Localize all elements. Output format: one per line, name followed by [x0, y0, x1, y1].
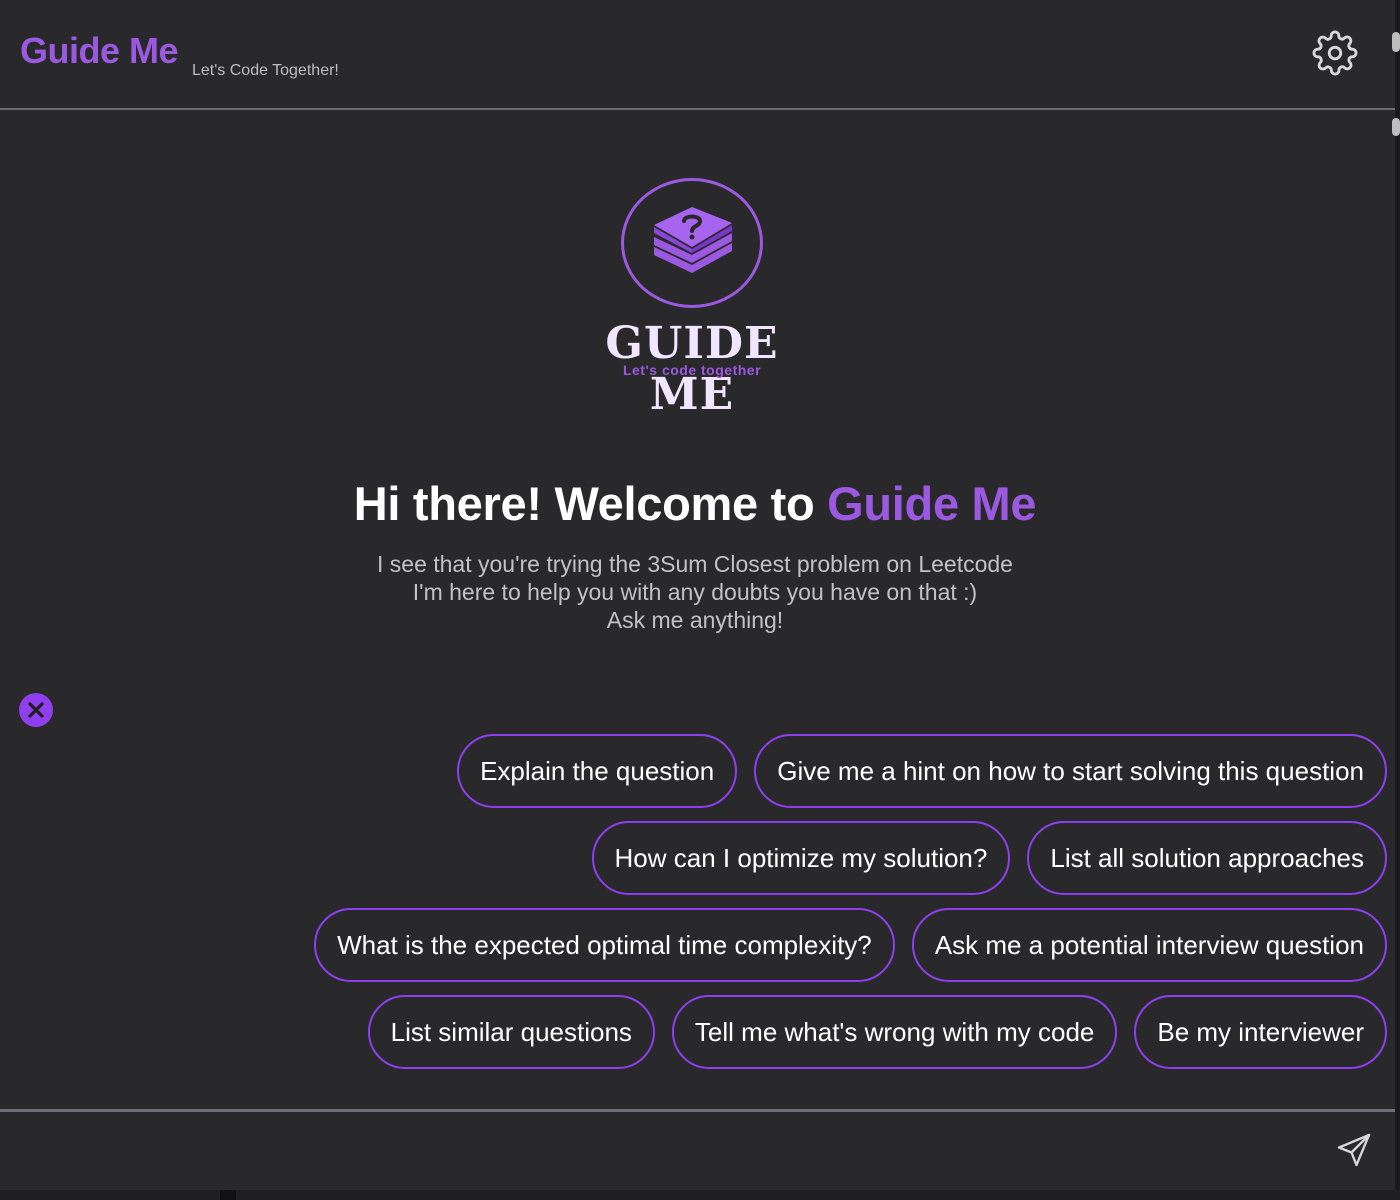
message-composer	[0, 1112, 1395, 1190]
send-button[interactable]	[1334, 1130, 1374, 1170]
window-edge	[1395, 0, 1400, 1200]
welcome-heading: Hi there! Welcome to Guide Me	[0, 476, 1390, 531]
bottom-strip	[0, 1190, 1400, 1200]
suggestion-chip[interactable]: Tell me what's wrong with my code	[671, 995, 1118, 1069]
suggestion-chip[interactable]: List similar questions	[367, 995, 655, 1069]
suggestion-chip[interactable]: How can I optimize my solution?	[591, 821, 1011, 895]
app-title: Guide Me	[20, 30, 179, 71]
suggestion-row: How can I optimize my solution? List all…	[280, 821, 1387, 895]
scroll-marker	[1392, 118, 1400, 136]
suggestion-chip[interactable]: List all solution approaches	[1027, 821, 1387, 895]
header: Guide Me Let's Code Together!	[0, 0, 1395, 110]
suggestion-chip[interactable]: Explain the question	[457, 734, 738, 808]
suggestion-chip[interactable]: Give me a hint on how to start solving t…	[754, 734, 1387, 808]
suggestion-row: List similar questions Tell me what's wr…	[280, 995, 1387, 1069]
settings-button[interactable]	[1312, 30, 1358, 76]
suggestion-row: What is the expected optimal time comple…	[280, 908, 1387, 982]
logo-subtitle: Let's code together	[622, 362, 762, 378]
suggestion-row: Explain the question Give me a hint on h…	[280, 734, 1387, 808]
suggestion-chip[interactable]: Be my interviewer	[1134, 995, 1387, 1069]
intro-text: I see that you're trying the 3Sum Closes…	[0, 550, 1390, 634]
suggestion-chips: Explain the question Give me a hint on h…	[280, 734, 1387, 1082]
intro-line: I see that you're trying the 3Sum Closes…	[377, 551, 1013, 577]
send-icon	[1337, 1133, 1371, 1167]
message-input[interactable]	[18, 1126, 1308, 1174]
header-divider	[0, 108, 1395, 110]
bottom-marker	[220, 1190, 236, 1200]
book-stack-question-icon	[654, 207, 732, 273]
welcome-prefix: Hi there! Welcome to	[353, 477, 828, 530]
suggestion-chip[interactable]: Ask me a potential interview question	[911, 908, 1387, 982]
scroll-marker	[1392, 32, 1400, 52]
close-icon	[28, 702, 44, 718]
logo-emblem	[621, 178, 763, 308]
app-tagline: Let's Code Together!	[192, 62, 339, 79]
gear-icon	[1312, 30, 1358, 76]
chat-panel: Guide Me Let's Code Together! GUIDE ME L…	[0, 0, 1395, 1200]
intro-line: Ask me anything!	[606, 607, 784, 633]
dismiss-suggestions-button[interactable]	[19, 693, 53, 727]
brand-logo: GUIDE ME Let's code together	[560, 178, 824, 420]
intro-line: I'm here to help you with any doubts you…	[412, 579, 978, 605]
welcome-brand: Guide Me	[827, 477, 1037, 530]
suggestion-chip[interactable]: What is the expected optimal time comple…	[314, 908, 895, 982]
